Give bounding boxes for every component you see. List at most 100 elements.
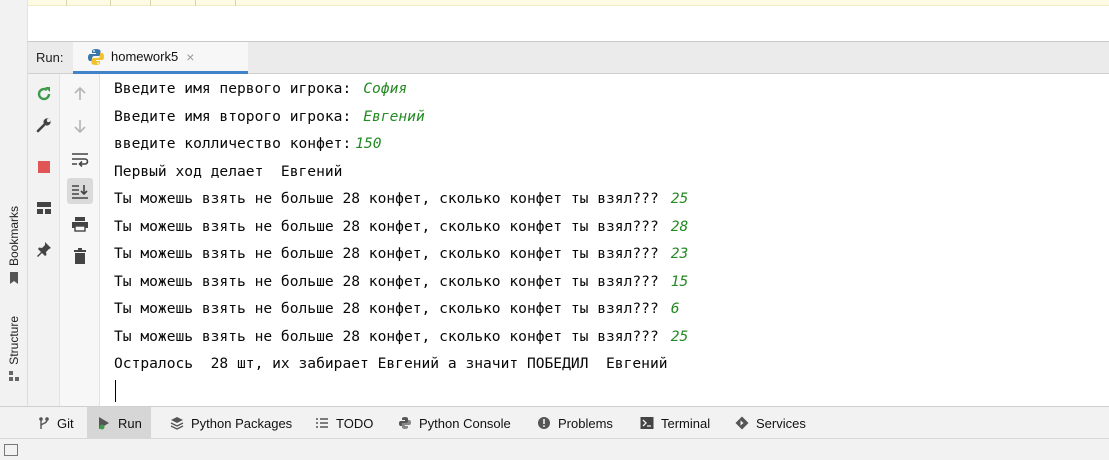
run-toolbar-primary [28, 74, 60, 406]
window-toggle-icon[interactable] [4, 444, 18, 456]
git-branch-icon [39, 417, 49, 429]
console-input: 23 [670, 245, 689, 262]
console-line: Введите имя второго игрока: Евгений [114, 107, 425, 127]
editor-divider [150, 0, 151, 6]
run-config-tab[interactable]: homework5 × [73, 42, 248, 74]
editor-area [0, 0, 1109, 41]
down-arrow-icon [74, 120, 86, 134]
editor-gutter [0, 0, 28, 41]
stop-icon [38, 161, 50, 173]
console-line: Ты можешь взять не больше 28 конфет, ско… [114, 327, 688, 347]
editor-divider [235, 0, 236, 6]
git-tab[interactable]: Git [36, 407, 82, 439]
structure-tab[interactable]: Structure [4, 316, 24, 384]
console-prompt: Ты можешь взять не больше 28 конфет, ско… [114, 300, 659, 317]
terminal-tab[interactable]: Terminal [640, 407, 710, 439]
structure-icon [9, 370, 19, 381]
run-label: Run: [36, 50, 64, 65]
console-line: Первый ход делает Евгений [114, 162, 342, 182]
run-tab-name: homework5 [111, 49, 179, 64]
pin-icon [37, 242, 51, 257]
console-input: 25 [670, 328, 689, 345]
python-console-tab-label: Python Console [419, 415, 511, 431]
layout-button[interactable] [31, 195, 57, 221]
todo-tab[interactable]: TODO [315, 407, 373, 439]
rerun-icon [37, 87, 51, 101]
console-line: Ты можешь взять не больше 28 конфет, ско… [114, 244, 688, 264]
bookmarks-label: Bookmarks [7, 206, 21, 267]
console-input: 6 [670, 300, 680, 317]
console-line: введите колличество конфет: 150 [114, 134, 382, 154]
console-prompt: Ты можешь взять не больше 28 конфет, ско… [114, 218, 659, 235]
python-packages-tab-label: Python Packages [191, 415, 293, 431]
services-tab-label: Services [756, 415, 806, 431]
todo-tab-label: TODO [336, 415, 374, 431]
layout-icon [37, 202, 51, 214]
git-tab-label: Git [57, 415, 74, 431]
list-icon [316, 418, 328, 428]
scroll-to-end-button[interactable] [67, 178, 93, 204]
console-prompt: Ты можешь взять не больше 28 конфет, ско… [114, 273, 659, 290]
up-arrow-icon [74, 86, 86, 100]
console-input: Евгений [363, 108, 425, 125]
status-bar [0, 438, 1109, 460]
stop-button[interactable] [31, 154, 57, 180]
bookmark-icon [10, 272, 18, 285]
print-button[interactable] [67, 211, 93, 237]
structure-label: Structure [7, 316, 21, 365]
console-line: Ты можешь взять не больше 28 конфет, ско… [114, 189, 688, 209]
editor-highlight-line [28, 0, 1109, 6]
console-prompt: Ты можешь взять не больше 28 конфет, ско… [114, 245, 659, 262]
console-prompt: Первый ход делает Евгений [114, 163, 343, 180]
python-packages-tab[interactable]: Python Packages [170, 407, 292, 439]
text-caret [115, 380, 116, 402]
previous-occurrence-button[interactable] [67, 81, 93, 107]
soft-wrap-button[interactable] [67, 146, 93, 172]
editor-divider [66, 0, 67, 6]
problems-tab[interactable]: Problems [537, 407, 613, 439]
print-icon [72, 217, 88, 232]
console-line: Ты можешь взять не больше 28 конфет, ско… [114, 299, 680, 319]
clear-all-button[interactable] [67, 243, 93, 269]
python-console-tab[interactable]: Python Console [398, 407, 511, 439]
terminal-tab-label: Terminal [661, 415, 711, 431]
bookmarks-tab[interactable]: Bookmarks [4, 206, 24, 285]
python-icon [88, 48, 104, 65]
run-tab-label: Run [118, 415, 142, 431]
console-input: 28 [670, 218, 689, 235]
trash-icon [74, 248, 86, 264]
soft-wrap-icon [72, 153, 89, 167]
run-tool-tab[interactable]: Run [87, 407, 151, 439]
left-tool-strip: Bookmarks Structure [0, 41, 28, 406]
run-window-header: Run: homework5 × [28, 41, 1109, 74]
editor-divider [195, 0, 196, 6]
console-prompt: Остралось 28 шт, их забирает Евгений а з… [114, 355, 668, 372]
run-icon [99, 417, 109, 430]
services-tab[interactable]: Services [735, 407, 806, 439]
console-line: Остралось 28 шт, их забирает Евгений а з… [114, 354, 668, 374]
console-line: Введите имя первого игрока: София [114, 79, 407, 99]
close-tab-icon[interactable]: × [186, 49, 194, 65]
next-occurrence-button[interactable] [67, 113, 93, 139]
console-input: 25 [670, 190, 689, 207]
console-line: Ты можешь взять не больше 28 конфет, ско… [114, 272, 688, 292]
settings-button[interactable] [31, 112, 57, 138]
console-prompt: Введите имя второго игрока: [114, 108, 352, 125]
tool-window-bar: Git Run Python Packages TODO Python Cons… [0, 406, 1109, 439]
scroll-to-end-icon [72, 185, 88, 199]
editor-divider [110, 0, 111, 6]
rerun-button[interactable] [31, 81, 57, 107]
console-output[interactable]: Введите имя первого игрока: София Введите… [100, 74, 1109, 406]
services-icon [735, 416, 749, 430]
console-input: София [363, 80, 408, 97]
terminal-icon [640, 417, 654, 429]
console-prompt: Ты можешь взять не больше 28 конфет, ско… [114, 190, 659, 207]
python-console-icon [399, 417, 411, 429]
pin-tab-button[interactable] [31, 236, 57, 262]
problems-icon [538, 417, 550, 429]
layers-icon [170, 417, 184, 430]
console-line: Ты можешь взять не больше 28 конфет, ско… [114, 217, 688, 237]
run-toolbar-secondary [60, 74, 100, 406]
console-prompt: Ты можешь взять не больше 28 конфет, ско… [114, 328, 659, 345]
console-input: 15 [670, 273, 689, 290]
